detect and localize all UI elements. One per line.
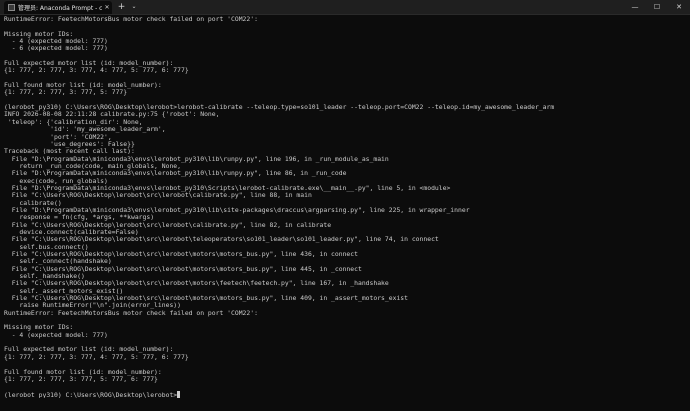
terminal-line: File "C:\Users\ROG\Desktop\lerobot\src\l… (4, 236, 439, 244)
terminal-line: 'port': 'COM22', (4, 133, 112, 141)
terminal-line: {1: 777, 2: 777, 3: 777, 5: 777} (4, 89, 128, 97)
terminal-line: File "C:\Users\ROG\Desktop\lerobot\src\l… (4, 265, 362, 273)
terminal-icon (8, 4, 15, 11)
minimize-button[interactable]: — (624, 0, 646, 14)
terminal-line: Full expected motor list (id: model_numb… (4, 60, 174, 68)
terminal-line: response = fn(cfg, *args, **kwargs) (4, 214, 155, 222)
terminal-line: return _run_code(code, main_globals, Non… (4, 162, 181, 170)
terminal-line: File "C:\Users\ROG\Desktop\lerobot\src\l… (4, 280, 389, 288)
terminal-line: File "D:\ProgramData\miniconda3\envs\ler… (4, 184, 451, 192)
terminal-line: Full found motor list (id: model_number)… (4, 368, 162, 376)
terminal-line: 'teleop': {'calibration_dir': None, (4, 118, 143, 126)
terminal-line: device.connect(calibrate=False) (4, 228, 139, 236)
terminal-line: calibrate() (4, 199, 62, 207)
text-cursor (177, 390, 181, 398)
title-bar: 管理员: Anaconda Prompt - cc ✕ + ⌄ — ☐ ✕ (0, 0, 690, 15)
terminal-line: File "C:\Users\ROG\Desktop\lerobot\src\l… (4, 192, 312, 200)
maximize-button[interactable]: ☐ (646, 0, 668, 14)
terminal-window: 管理员: Anaconda Prompt - cc ✕ + ⌄ — ☐ ✕ Ru… (0, 0, 690, 411)
terminal-line: File "C:\Users\ROG\Desktop\lerobot\src\l… (4, 221, 332, 229)
terminal-line: Missing motor IDs: (4, 324, 74, 332)
terminal-line: {1: 777, 2: 777, 3: 777, 4: 777, 5: 777,… (4, 67, 189, 75)
terminal-line: Traceback (most recent call last): (4, 148, 135, 156)
terminal-line: File "D:\ProgramData\miniconda3\envs\ler… (4, 170, 347, 178)
terminal-line: - 4 (expected model: 777) (4, 38, 108, 46)
terminal-line: RuntimeError: FeetechMotorsBus motor che… (4, 16, 258, 23)
terminal-line: self.bus.connect() (4, 243, 89, 251)
terminal-line: File "D:\ProgramData\miniconda3\envs\ler… (4, 206, 470, 214)
terminal-line: Full expected motor list (id: model_numb… (4, 346, 174, 354)
terminal-line: RuntimeError: FeetechMotorsBus motor che… (4, 309, 258, 317)
terminal-line: exec(code, run_globals) (4, 177, 108, 185)
close-button[interactable]: ✕ (668, 0, 690, 14)
terminal-output[interactable]: RuntimeError: FeetechMotorsBus motor che… (4, 16, 688, 411)
terminal-line: (lerobot_py310) C:\Users\ROG\Desktop\ler… (4, 104, 555, 112)
terminal-line: 'use_degrees': False}} (4, 140, 135, 148)
terminal-line: - 6 (expected model: 777) (4, 45, 108, 53)
terminal-line: - 4 (expected model: 777) (4, 331, 108, 339)
prompt-line: (lerobot_py310) C:\Users\ROG\Desktop\ler… (4, 390, 688, 398)
terminal-line: {1: 777, 2: 777, 3: 777, 4: 777, 5: 777,… (4, 353, 189, 361)
terminal-line: File "C:\Users\ROG\Desktop\lerobot\src\l… (4, 251, 358, 258)
tab-title: 管理员: Anaconda Prompt - cc (18, 5, 102, 12)
terminal-line: self._connect(handshake) (4, 258, 112, 266)
terminal-line: INFO 2026-08-08 22:11:28 calibrate.py:75… (4, 111, 220, 119)
new-tab-button[interactable]: + (116, 1, 127, 13)
terminal-line: File "D:\ProgramData\miniconda3\envs\ler… (4, 155, 389, 163)
terminal-line: self._assert_motors_exist() (4, 287, 124, 295)
tab-anaconda-prompt[interactable]: 管理员: Anaconda Prompt - cc ✕ (4, 1, 112, 14)
window-controls: — ☐ ✕ (624, 0, 690, 14)
terminal-line: Missing motor IDs: (4, 30, 74, 38)
tab-dropdown-button[interactable]: ⌄ (129, 1, 139, 13)
terminal-line: {1: 777, 2: 777, 3: 777, 5: 777, 6: 777} (4, 375, 158, 383)
terminal-line: File "C:\Users\ROG\Desktop\lerobot\src\l… (4, 295, 408, 303)
terminal-line: Full found motor list (id: model_number)… (4, 82, 162, 90)
terminal-line: raise RuntimeError("\n".join(error_lines… (4, 302, 181, 310)
terminal-line: 'id': 'my_awesome_leader_arm', (4, 126, 166, 134)
terminal-line: self._handshake() (4, 273, 85, 281)
tab-close-icon[interactable]: ✕ (102, 4, 112, 11)
